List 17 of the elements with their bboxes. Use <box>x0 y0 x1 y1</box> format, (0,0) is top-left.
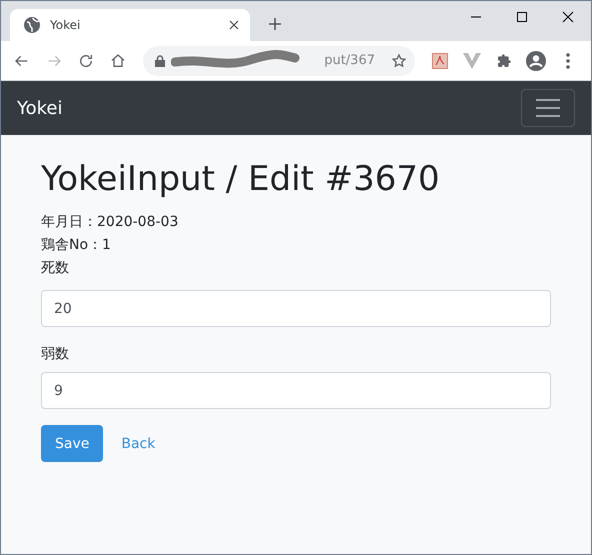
menu-icon <box>535 98 561 118</box>
url-text: put/367 <box>324 53 375 68</box>
close-icon[interactable] <box>228 19 240 31</box>
browser-tab[interactable]: Yokei <box>10 9 250 41</box>
info-text: 年月日：2020-08-03 <box>41 213 180 232</box>
tab-title: Yokei <box>50 18 82 32</box>
input-field[interactable]: 20 <box>41 290 551 327</box>
input-field[interactable]: 9 <box>41 372 551 409</box>
globe-icon <box>24 17 40 33</box>
field-label: 死数 <box>41 259 70 278</box>
lock-icon <box>155 54 165 66</box>
page-heading: YokeiInput / Edit #3670 <box>41 159 441 199</box>
navbar-brand[interactable]: Yokei <box>17 98 62 118</box>
info-text: 鶏舎No：1 <box>41 236 112 255</box>
star-icon[interactable] <box>391 52 407 68</box>
field-label: 弱数 <box>41 345 70 364</box>
menu-toggle-button[interactable] <box>521 89 575 127</box>
